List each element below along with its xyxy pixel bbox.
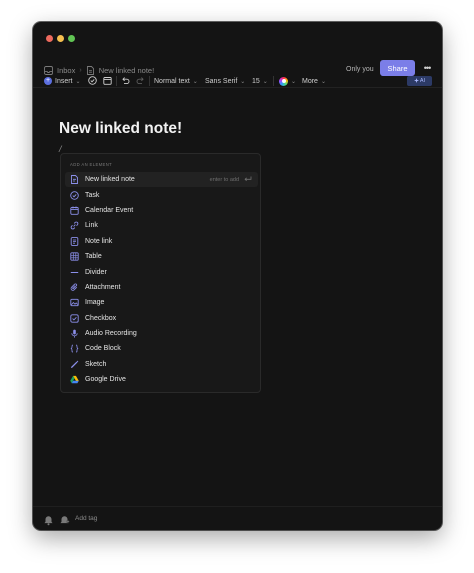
note-link-icon <box>70 236 79 246</box>
plus-icon: + <box>44 77 52 85</box>
menu-item-label: Table <box>85 253 102 261</box>
ai-label: AI <box>419 78 426 84</box>
more-formatting-dropdown[interactable]: More ⌄ <box>302 72 326 90</box>
menu-item-label: Divider <box>85 268 107 276</box>
image-icon <box>70 298 79 307</box>
calendar-toolbar-button[interactable] <box>103 72 112 90</box>
check-circle-icon <box>88 75 97 87</box>
menu-item-google-drive[interactable]: Google Drive <box>65 372 258 387</box>
title-bar <box>33 22 442 52</box>
menu-item-label: Audio Recording <box>85 330 137 338</box>
menu-item-audio-recording[interactable]: Audio Recording <box>65 326 258 341</box>
more-formatting-label: More <box>302 77 318 85</box>
toolbar-divider <box>149 76 150 86</box>
note-footer: Add tag <box>33 506 442 530</box>
ai-button[interactable]: AI <box>407 76 432 86</box>
reminder-bell-icon[interactable] <box>43 513 54 526</box>
menu-item-calendar-event[interactable]: Calendar Event <box>65 203 258 218</box>
chevron-down-icon: ⌄ <box>240 78 246 85</box>
add-tag-input[interactable]: Add tag <box>75 515 97 522</box>
enter-key-icon <box>244 176 252 184</box>
color-picker-icon <box>279 76 288 86</box>
enter-hint: enter to add <box>210 172 252 187</box>
note-title[interactable]: New linked note! <box>59 120 182 138</box>
app-window: Inbox › New linked note! Only you Share … <box>33 22 442 530</box>
minimize-window-button[interactable] <box>57 35 64 42</box>
text-style-dropdown[interactable]: Normal text ⌄ <box>154 72 198 90</box>
sketch-icon <box>70 360 79 369</box>
text-color-dropdown[interactable]: ⌄ <box>279 72 296 90</box>
font-dropdown[interactable]: Sans Serif ⌄ <box>205 72 245 90</box>
tag-icon[interactable] <box>59 513 70 524</box>
chevron-down-icon: ⌄ <box>291 78 297 85</box>
undo-icon <box>121 76 130 87</box>
menu-item-label: Checkbox <box>85 314 117 322</box>
enter-hint-text: enter to add <box>209 176 239 183</box>
menu-item-label: Note link <box>85 237 113 245</box>
menu-item-label: Calendar Event <box>85 206 134 214</box>
formatting-toolbar: + Insert ⌄ Normal text ⌄ Sans Serif ⌄ 15… <box>33 72 442 90</box>
menu-item-label: Code Block <box>85 345 121 353</box>
font-size-value: 15 <box>252 77 260 85</box>
font-size-dropdown[interactable]: 15 ⌄ <box>252 72 268 90</box>
menu-item-label: Link <box>85 222 98 230</box>
google-drive-icon <box>70 375 79 384</box>
sparkle-icon <box>413 77 419 85</box>
calendar-icon <box>70 206 79 215</box>
linked-note-icon <box>70 175 79 185</box>
undo-button[interactable] <box>121 72 130 90</box>
menu-item-new-linked-note[interactable]: New linked note enter to add <box>65 172 258 188</box>
attachment-icon <box>70 283 79 292</box>
menu-item-task[interactable]: Task <box>65 187 258 202</box>
menu-item-divider[interactable]: Divider <box>65 264 258 279</box>
redo-button[interactable] <box>136 72 145 90</box>
menu-item-link[interactable]: Link <box>65 218 258 233</box>
menu-item-label: Google Drive <box>85 376 126 384</box>
menu-item-label: Attachment <box>85 283 121 291</box>
close-window-button[interactable] <box>46 35 53 42</box>
chevron-down-icon: ⌄ <box>192 78 198 85</box>
menu-item-label: New linked note <box>85 176 135 184</box>
menu-item-attachment[interactable]: Attachment <box>65 280 258 295</box>
calendar-icon <box>103 76 112 87</box>
redo-icon <box>136 76 145 87</box>
divider-icon <box>70 268 79 277</box>
maximize-window-button[interactable] <box>68 35 75 42</box>
menu-item-label: Image <box>85 299 105 307</box>
menu-item-sketch[interactable]: Sketch <box>65 357 258 372</box>
code-icon <box>70 344 79 353</box>
table-icon <box>70 252 79 261</box>
text-style-value: Normal text <box>154 77 190 85</box>
menu-header: ADD AN ELEMENT <box>70 162 113 167</box>
chevron-down-icon: ⌄ <box>75 78 81 85</box>
chevron-down-icon: ⌄ <box>320 78 326 85</box>
menu-item-label: Task <box>85 191 100 199</box>
chevron-down-icon: ⌄ <box>262 78 268 85</box>
checkbox-icon <box>70 314 79 323</box>
link-icon <box>70 221 79 230</box>
task-icon <box>70 190 79 200</box>
font-value: Sans Serif <box>205 77 238 85</box>
menu-items: New linked note enter to add Task Calendar … <box>65 172 258 387</box>
menu-item-note-link[interactable]: Note link <box>65 234 258 249</box>
menu-item-code-block[interactable]: Code Block <box>65 341 258 356</box>
insert-label: Insert <box>55 77 73 85</box>
menu-item-label: Sketch <box>85 360 107 368</box>
toolbar-divider <box>116 76 117 86</box>
add-element-menu: ADD AN ELEMENT New linked note enter to a… <box>60 153 261 393</box>
menu-item-table[interactable]: Table <box>65 249 258 264</box>
menu-item-checkbox[interactable]: Checkbox <box>65 311 258 326</box>
menu-item-image[interactable]: Image <box>65 295 258 310</box>
toolbar-divider <box>273 76 274 86</box>
microphone-icon <box>70 329 79 338</box>
insert-button[interactable]: + Insert ⌄ <box>44 72 81 90</box>
task-toolbar-button[interactable] <box>88 72 97 90</box>
